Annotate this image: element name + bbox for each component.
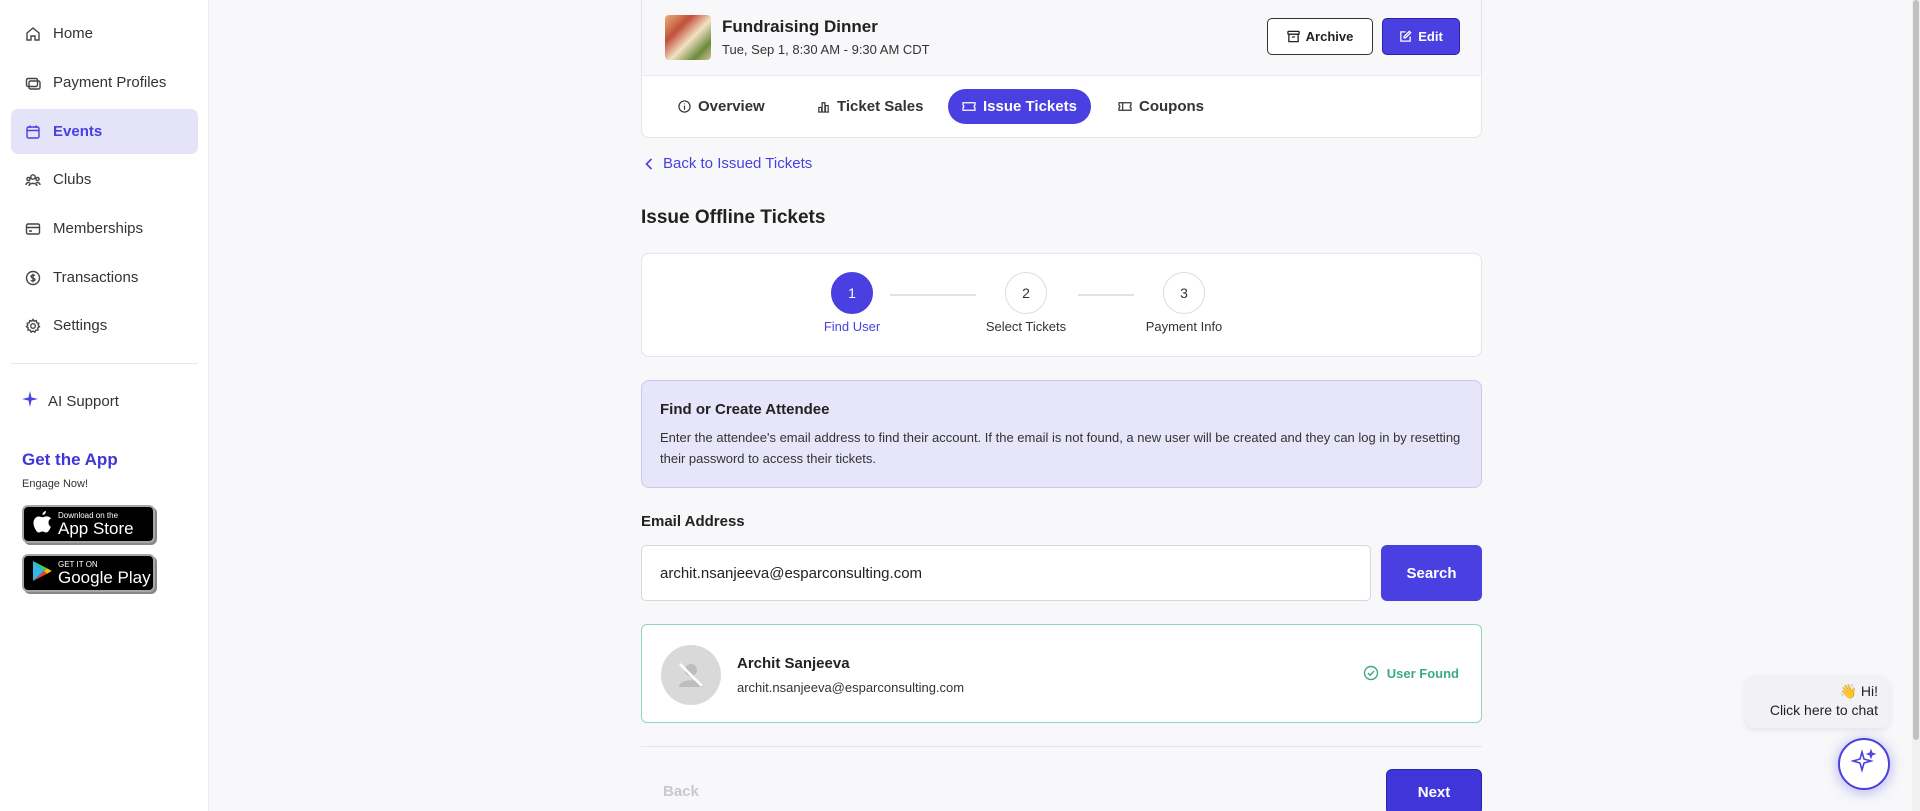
avatar [661,645,721,705]
step-connector [890,294,976,296]
footer-divider [641,746,1482,747]
event-title: Fundraising Dinner [722,17,878,36]
ticket-icon [962,100,976,113]
sidebar-item-label: Payment Profiles [53,74,167,91]
event-date: Tue, Sep 1, 8:30 AM - 9:30 AM CDT [722,42,930,57]
archive-icon [1286,30,1300,43]
step-3-circle: 3 [1163,272,1205,314]
ai-support-label: AI Support [48,392,119,410]
info-title: Find or Create Attendee [660,401,830,418]
sidebar-item-label: Events [53,123,103,140]
sidebar-item-settings[interactable]: Settings [11,303,198,348]
back-button[interactable]: Back [663,783,699,800]
step-1-label: Find User [823,319,881,334]
sidebar-item-label: Settings [53,317,108,334]
check-circle-icon [1363,665,1379,681]
sparkle-icon [22,391,38,411]
user-email: archit.nsanjeeva@esparconsulting.com [737,680,965,695]
sidebar-item-events[interactable]: Events [11,109,198,154]
back-to-issued-tickets-link[interactable]: Back to Issued Tickets [645,155,812,172]
chat-launcher-button[interactable] [1838,738,1890,790]
event-summary: Fundraising Dinner Tue, Sep 1, 8:30 AM -… [642,0,1481,76]
tab-issue-tickets[interactable]: Issue Tickets [948,89,1091,124]
step-2-circle: 2 [1005,272,1047,314]
sidebar-item-label: Memberships [53,220,144,237]
tab-overview[interactable]: Overview [664,89,779,124]
dollar-icon [24,269,42,287]
back-link-label: Back to Issued Tickets [663,155,813,172]
sidebar-item-label: Transactions [53,269,139,286]
archive-button[interactable]: Archive [1267,18,1373,55]
home-icon [24,25,42,43]
app-store-large: App Store [58,518,134,538]
sidebar-item-label: Clubs [53,171,92,188]
stepper: 1 Find User 2 Select Tickets 3 Payment I… [641,253,1482,357]
step-1-circle: 1 [831,272,873,314]
google-play-large: Google Play [58,567,151,587]
card-icon [24,220,42,238]
sidebar-item-payment-profiles[interactable]: Payment Profiles [11,60,198,105]
calendar-icon [24,123,42,141]
google-play-button[interactable]: GET IT ON Google Play [22,554,155,592]
archive-label: Archive [1305,29,1354,44]
sidebar-item-label: Home [53,25,94,42]
sidebar: Home Payment Profiles Events Clubs Membe… [0,0,209,811]
sidebar-item-memberships[interactable]: Memberships [11,206,198,251]
edit-icon [1399,30,1412,43]
event-thumbnail [665,15,711,60]
chat-bubble[interactable]: 👋 Hi! Click here to chat [1745,676,1890,728]
tab-label: Ticket Sales [837,98,924,115]
chat-greeting: 👋 Hi! [1839,683,1878,699]
page-title: Issue Offline Tickets [641,207,826,228]
payment-icon [24,74,42,92]
tab-coupons[interactable]: Coupons [1104,89,1218,124]
sidebar-divider [11,363,198,364]
step-connector [1078,294,1134,296]
edit-label: Edit [1418,29,1443,44]
ai-support-link[interactable]: AI Support [22,391,119,411]
email-label: Email Address [641,513,745,530]
step-2-label: Select Tickets [985,319,1067,334]
step-3-label: Payment Info [1145,319,1223,334]
sidebar-item-home[interactable]: Home [11,11,198,56]
sparkle-icon [1850,748,1877,780]
get-app-heading: Get the App [22,450,118,469]
apple-icon [32,510,52,538]
info-icon [678,100,691,113]
search-button[interactable]: Search [1381,545,1482,601]
coupon-icon [1118,100,1132,113]
chat-prompt: Click here to chat [1769,702,1878,718]
people-icon [24,171,42,189]
sidebar-item-transactions[interactable]: Transactions [11,255,198,300]
app-store-button[interactable]: Download on the App Store [22,505,155,543]
find-attendee-info: Find or Create Attendee Enter the attend… [641,380,1482,488]
user-name: Archit Sanjeeva [737,655,850,672]
next-button[interactable]: Next [1386,769,1482,811]
tab-label: Coupons [1139,98,1204,115]
engage-text: Engage Now! [22,478,89,490]
info-text: Enter the attendee's email address to fi… [660,430,1461,466]
user-found-label: User Found [1386,665,1459,681]
email-input[interactable] [641,545,1371,601]
event-header-card: Fundraising Dinner Tue, Sep 1, 8:30 AM -… [641,0,1482,138]
tab-label: Issue Tickets [983,98,1077,115]
user-result-card: Archit Sanjeeva archit.nsanjeeva@esparco… [641,624,1482,723]
gear-icon [24,317,42,335]
scrollbar-thumb[interactable] [1913,0,1919,740]
user-found-badge: User Found [1363,665,1459,681]
bar-chart-icon [817,100,830,113]
sidebar-item-clubs[interactable]: Clubs [11,157,198,202]
tab-label: Overview [698,98,765,115]
chevron-left-icon [645,157,653,170]
tab-ticket-sales[interactable]: Ticket Sales [803,89,937,124]
edit-button[interactable]: Edit [1382,18,1460,55]
google-play-icon [32,560,52,587]
